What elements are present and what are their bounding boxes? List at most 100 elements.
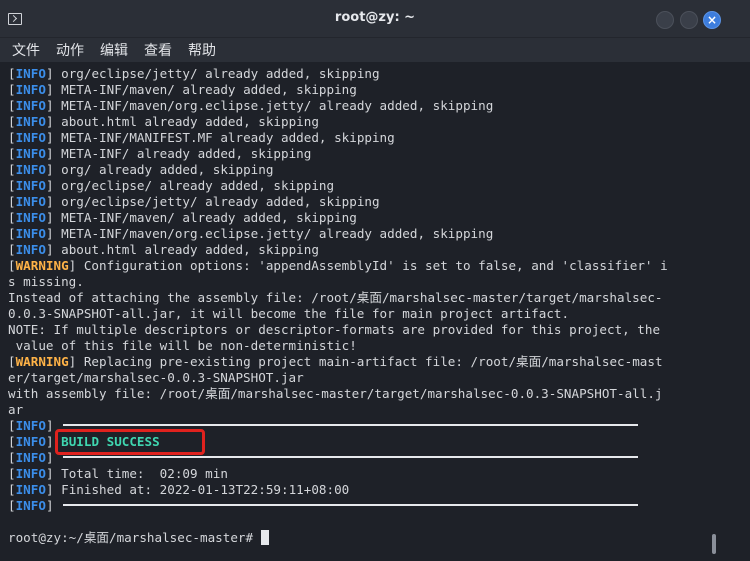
tag-bracket: ] <box>45 146 54 161</box>
tag-bracket: [ <box>8 226 16 241</box>
tag-bracket: ] <box>45 130 54 145</box>
info-tag: INFO <box>15 242 46 257</box>
minimize-button[interactable] <box>656 11 674 29</box>
line-text: s missing. <box>8 274 84 289</box>
info-tag: INFO <box>15 194 46 209</box>
terminal-line: NOTE: If multiple descriptors or descrip… <box>8 322 660 338</box>
tag-bracket: ] <box>45 178 54 193</box>
terminal-line: value of this file will be non-determini… <box>8 338 357 354</box>
info-tag: INFO <box>15 450 46 465</box>
tag-bracket: [ <box>8 146 16 161</box>
info-tag: INFO <box>15 66 46 81</box>
tag-bracket: [ <box>8 258 16 273</box>
line-text: with assembly file: /root/桌面/marshalsec-… <box>8 386 663 401</box>
terminal-output[interactable]: [INFO] [INFO] Finished at: 2022-01-13T22:… <box>0 62 750 561</box>
line-text: NOTE: If multiple descriptors or descrip… <box>8 322 661 337</box>
info-tag: INFO <box>15 130 46 145</box>
line-text: META-INF/ already added, skipping <box>53 146 312 161</box>
terminal-line: [WARNING] Replacing pre-existing project… <box>8 354 663 370</box>
tag-bracket: ] <box>45 98 54 113</box>
terminal-line: er/target/marshalsec-0.0.3-SNAPSHOT.jar <box>8 370 304 386</box>
menu-file[interactable]: 文件 <box>12 40 40 60</box>
tag-bracket: [ <box>8 466 16 481</box>
info-tag: INFO <box>15 162 46 177</box>
line-text: Total time: 02:09 min <box>53 466 228 481</box>
line-text: org/eclipse/jetty/ already added, skippi… <box>53 194 380 209</box>
terminal-line: Instead of attaching the assembly file: … <box>8 290 663 306</box>
terminal-line: [INFO] META-INF/maven/ already added, sk… <box>8 82 357 98</box>
line-text: META-INF/maven/org.eclipse.jetty/ alread… <box>53 98 494 113</box>
terminal-line: [INFO] META-INF/ already added, skipping <box>8 146 311 162</box>
scrollbar-thumb[interactable] <box>712 534 716 554</box>
shell-prompt[interactable]: root@zy:~/桌面/marshalsec-master# <box>8 530 269 546</box>
menu-edit[interactable]: 编辑 <box>100 40 128 60</box>
tag-bracket: [ <box>8 66 16 81</box>
terminal-line: [INFO] META-INF/MANIFEST.MF already adde… <box>8 130 395 146</box>
terminal-line: s missing. <box>8 274 84 290</box>
terminal-line: [INFO] META-INF/maven/ already added, sk… <box>8 210 357 226</box>
tag-bracket: ] <box>45 66 54 81</box>
line-text: META-INF/maven/org.eclipse.jetty/ alread… <box>53 226 494 241</box>
title-bar[interactable]: root@zy: ~ × <box>0 0 750 38</box>
tag-bracket: ] <box>45 498 54 513</box>
line-text: 0.0.3-SNAPSHOT-all.jar, it will become t… <box>8 306 570 321</box>
tag-bracket: [ <box>8 354 16 369</box>
line-text: ar <box>8 402 24 417</box>
menu-help[interactable]: 帮助 <box>188 40 216 60</box>
line-text: value of this file will be non-determini… <box>8 338 357 353</box>
line-text: er/target/marshalsec-0.0.3-SNAPSHOT.jar <box>8 370 304 385</box>
terminal-line: [WARNING] Configuration options: 'append… <box>8 258 668 274</box>
tag-bracket: [ <box>8 434 16 449</box>
tag-bracket: ] <box>45 82 54 97</box>
menu-bar: 文件 动作 编辑 查看 帮助 <box>0 38 750 62</box>
tag-bracket: [ <box>8 130 16 145</box>
info-tag: INFO <box>15 498 46 513</box>
terminal-line: [INFO] Total time: 02:09 min <box>8 466 228 482</box>
tag-bracket: ] <box>45 482 54 497</box>
tag-bracket: [ <box>8 114 16 129</box>
line-text: org/ already added, skipping <box>53 162 274 177</box>
tag-bracket: ] <box>45 450 54 465</box>
terminal-line: [INFO] <box>8 450 54 466</box>
info-tag: INFO <box>15 114 46 129</box>
terminal-line: ar <box>8 402 23 418</box>
tag-bracket: ] <box>45 434 54 449</box>
terminal-line: [INFO] org/ already added, skipping <box>8 162 273 178</box>
tag-bracket: ] <box>45 194 54 209</box>
info-tag: INFO <box>15 98 46 113</box>
terminal-line: [INFO] <box>8 418 54 434</box>
info-tag: INFO <box>15 82 46 97</box>
tag-bracket: [ <box>8 194 16 209</box>
menu-action[interactable]: 动作 <box>56 40 84 60</box>
close-button[interactable]: × <box>703 11 721 29</box>
tag-bracket: [ <box>8 450 16 465</box>
line-text: about.html already added, skipping <box>53 114 319 129</box>
menu-view[interactable]: 查看 <box>144 40 172 60</box>
terminal-line: [INFO] org/eclipse/jetty/ already added,… <box>8 66 380 82</box>
line-text: META-INF/maven/ already added, skipping <box>53 82 357 97</box>
line-text: about.html already added, skipping <box>53 242 319 257</box>
terminal-line: [INFO] org/eclipse/jetty/ already added,… <box>8 194 380 210</box>
line-text: org/eclipse/jetty/ already added, skippi… <box>53 66 380 81</box>
terminal-line: [INFO] <box>8 498 54 514</box>
info-tag: INFO <box>15 418 46 433</box>
tag-bracket: [ <box>8 178 16 193</box>
tag-bracket: [ <box>8 82 16 97</box>
terminal-line: [INFO] about.html already added, skippin… <box>8 114 319 130</box>
line-text: Instead of attaching the assembly file: … <box>8 290 663 305</box>
tag-bracket: [ <box>8 242 16 257</box>
maximize-button[interactable] <box>680 11 698 29</box>
build-success-highlight <box>55 429 205 455</box>
warning-tag: WARNING <box>15 258 69 273</box>
line-text: org/eclipse/ already added, skipping <box>53 178 335 193</box>
tag-bracket: ] <box>45 162 54 177</box>
prompt-text: root@zy:~/桌面/marshalsec-master# <box>8 530 261 545</box>
info-tag: INFO <box>15 226 46 241</box>
separator-rule <box>63 424 638 426</box>
info-tag: INFO <box>15 466 46 481</box>
terminal-line: [INFO] Finished at: 2022-01-13T22:59:11+… <box>8 482 349 498</box>
separator-rule <box>63 504 638 506</box>
info-tag: INFO <box>15 434 46 449</box>
terminal-line: 0.0.3-SNAPSHOT-all.jar, it will become t… <box>8 306 569 322</box>
tag-bracket: ] <box>45 418 54 433</box>
